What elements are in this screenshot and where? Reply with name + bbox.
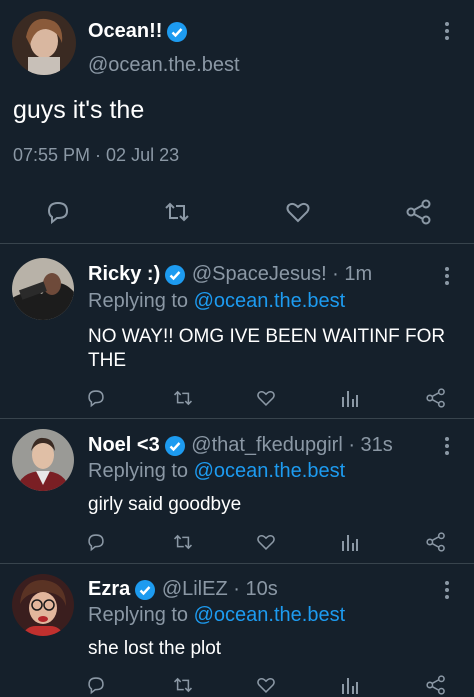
display-name[interactable]: Ricky :)	[88, 263, 160, 285]
reply-icon[interactable]	[86, 388, 106, 408]
analytics-icon[interactable]	[341, 676, 359, 694]
reply-icon[interactable]	[86, 532, 106, 552]
avatar[interactable]	[12, 11, 76, 75]
reply-text: she lost the plot	[88, 638, 222, 659]
main-tweet: Ocean!! @ocean.the.best guys it's the 07…	[0, 0, 474, 244]
verified-badge-icon	[165, 264, 186, 285]
display-name[interactable]: Noel <3	[88, 434, 160, 456]
like-icon[interactable]	[256, 532, 276, 552]
reply-header[interactable]: Ezra @LilEZ · 10s	[88, 578, 278, 601]
retweet-icon[interactable]	[172, 532, 194, 552]
replying-to-link[interactable]: @ocean.the.best	[194, 290, 346, 312]
avatar[interactable]	[12, 574, 74, 636]
retweet-icon[interactable]	[163, 199, 191, 225]
verified-badge-icon	[135, 579, 156, 600]
avatar[interactable]	[12, 429, 74, 491]
replying-label: Replying to	[88, 460, 189, 482]
display-name-text: Ocean!!	[88, 20, 163, 42]
reply-tweet: Noel <3 @that_fkedupgirl · 31s Replying …	[0, 419, 474, 564]
more-options-icon[interactable]	[437, 581, 457, 605]
verified-badge-icon	[167, 21, 188, 42]
timestamp: 07:55 PM · 02 Jul 23	[13, 145, 180, 165]
more-options-icon[interactable]	[437, 267, 457, 291]
retweet-icon[interactable]	[172, 388, 194, 408]
like-icon[interactable]	[256, 388, 276, 408]
display-name[interactable]: Ezra	[88, 578, 130, 600]
replying-label: Replying to	[88, 604, 189, 626]
handle[interactable]: @ocean.the.best	[88, 54, 240, 77]
more-options-icon[interactable]	[437, 22, 457, 46]
handle-and-time: @LilEZ · 10s	[161, 578, 278, 600]
reply-tweet: Ricky :) @SpaceJesus! · 1m Replying to @…	[0, 244, 474, 419]
tweet-text: guys it's the	[13, 96, 145, 124]
replying-to-link[interactable]: @ocean.the.best	[194, 460, 346, 482]
share-icon[interactable]	[425, 388, 447, 408]
replying-to: Replying to @ocean.the.best	[88, 460, 345, 483]
replying-to: Replying to @ocean.the.best	[88, 604, 345, 627]
reply-header[interactable]: Ricky :) @SpaceJesus! · 1m	[88, 263, 372, 286]
analytics-icon[interactable]	[341, 389, 359, 407]
avatar[interactable]	[12, 258, 74, 320]
reply-text: NO WAY!! OMG IVE BEEN WAITINF FOR THE	[88, 326, 446, 371]
reply-icon[interactable]	[45, 199, 71, 225]
reply-header[interactable]: Noel <3 @that_fkedupgirl · 31s	[88, 434, 393, 457]
replying-to: Replying to @ocean.the.best	[88, 290, 345, 313]
verified-badge-icon	[164, 435, 185, 456]
like-icon[interactable]	[285, 199, 311, 225]
reply-tweet: Ezra @LilEZ · 10s Replying to @ocean.the…	[0, 564, 474, 697]
display-name[interactable]: Ocean!!	[88, 20, 188, 43]
handle-and-time: @that_fkedupgirl · 31s	[191, 434, 393, 456]
replying-label: Replying to	[88, 290, 189, 312]
reply-icon[interactable]	[86, 675, 106, 695]
more-options-icon[interactable]	[437, 437, 457, 461]
analytics-icon[interactable]	[341, 533, 359, 551]
reply-text: girly said goodbye	[88, 494, 242, 515]
like-icon[interactable]	[256, 675, 276, 695]
handle-and-time: @SpaceJesus! · 1m	[191, 263, 373, 285]
share-icon[interactable]	[425, 675, 447, 695]
share-icon[interactable]	[405, 199, 433, 225]
replying-to-link[interactable]: @ocean.the.best	[194, 604, 346, 626]
retweet-icon[interactable]	[172, 675, 194, 695]
share-icon[interactable]	[425, 532, 447, 552]
